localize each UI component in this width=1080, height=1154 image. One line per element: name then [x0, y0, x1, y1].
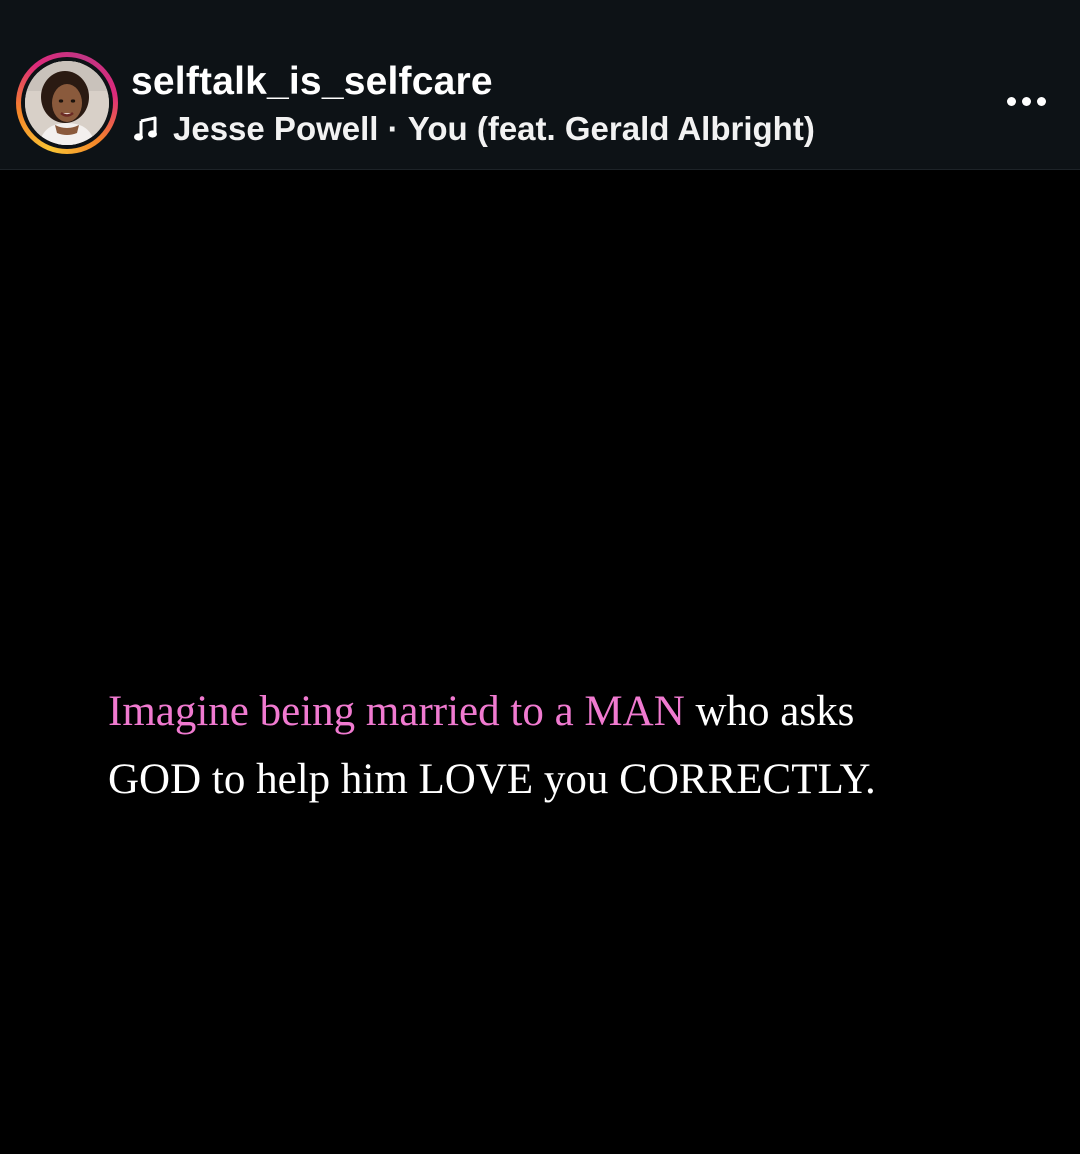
caption-line-2: GOD to help him LOVE you CORRECTLY.: [108, 746, 988, 814]
audio-artist: Jesse Powell: [173, 110, 379, 147]
username[interactable]: selftalk_is_selfcare: [131, 58, 493, 106]
more-options-button[interactable]: [996, 82, 1056, 120]
media-caption: Imagine being married to a MAN who asks …: [108, 678, 988, 814]
profile-photo-icon: [25, 61, 109, 145]
audio-attribution[interactable]: Jesse Powell · You (feat. Gerald Albrigh…: [133, 108, 815, 150]
caption-highlight: Imagine being married to a MAN: [108, 688, 685, 735]
caption-text: who asks: [684, 688, 855, 735]
caption-line-1: Imagine being married to a MAN who asks: [108, 678, 988, 746]
caption-text: GOD to help him LOVE you CORRECTLY.: [108, 756, 876, 803]
music-note-icon: [134, 116, 157, 141]
avatar[interactable]: [25, 61, 109, 145]
post-header: selftalk_is_selfcare Jesse Powell · You …: [0, 0, 1080, 170]
post-media[interactable]: Imagine being married to a MAN who asks …: [0, 170, 1080, 1154]
audio-title: You (feat. Gerald Albright): [407, 110, 815, 147]
more-horizontal-icon: [1006, 96, 1016, 106]
more-horizontal-icon-dot: [1021, 96, 1031, 106]
more-horizontal-icon-dot: [1036, 96, 1046, 106]
audio-separator: ·: [378, 110, 408, 147]
story-ring[interactable]: [16, 52, 118, 154]
